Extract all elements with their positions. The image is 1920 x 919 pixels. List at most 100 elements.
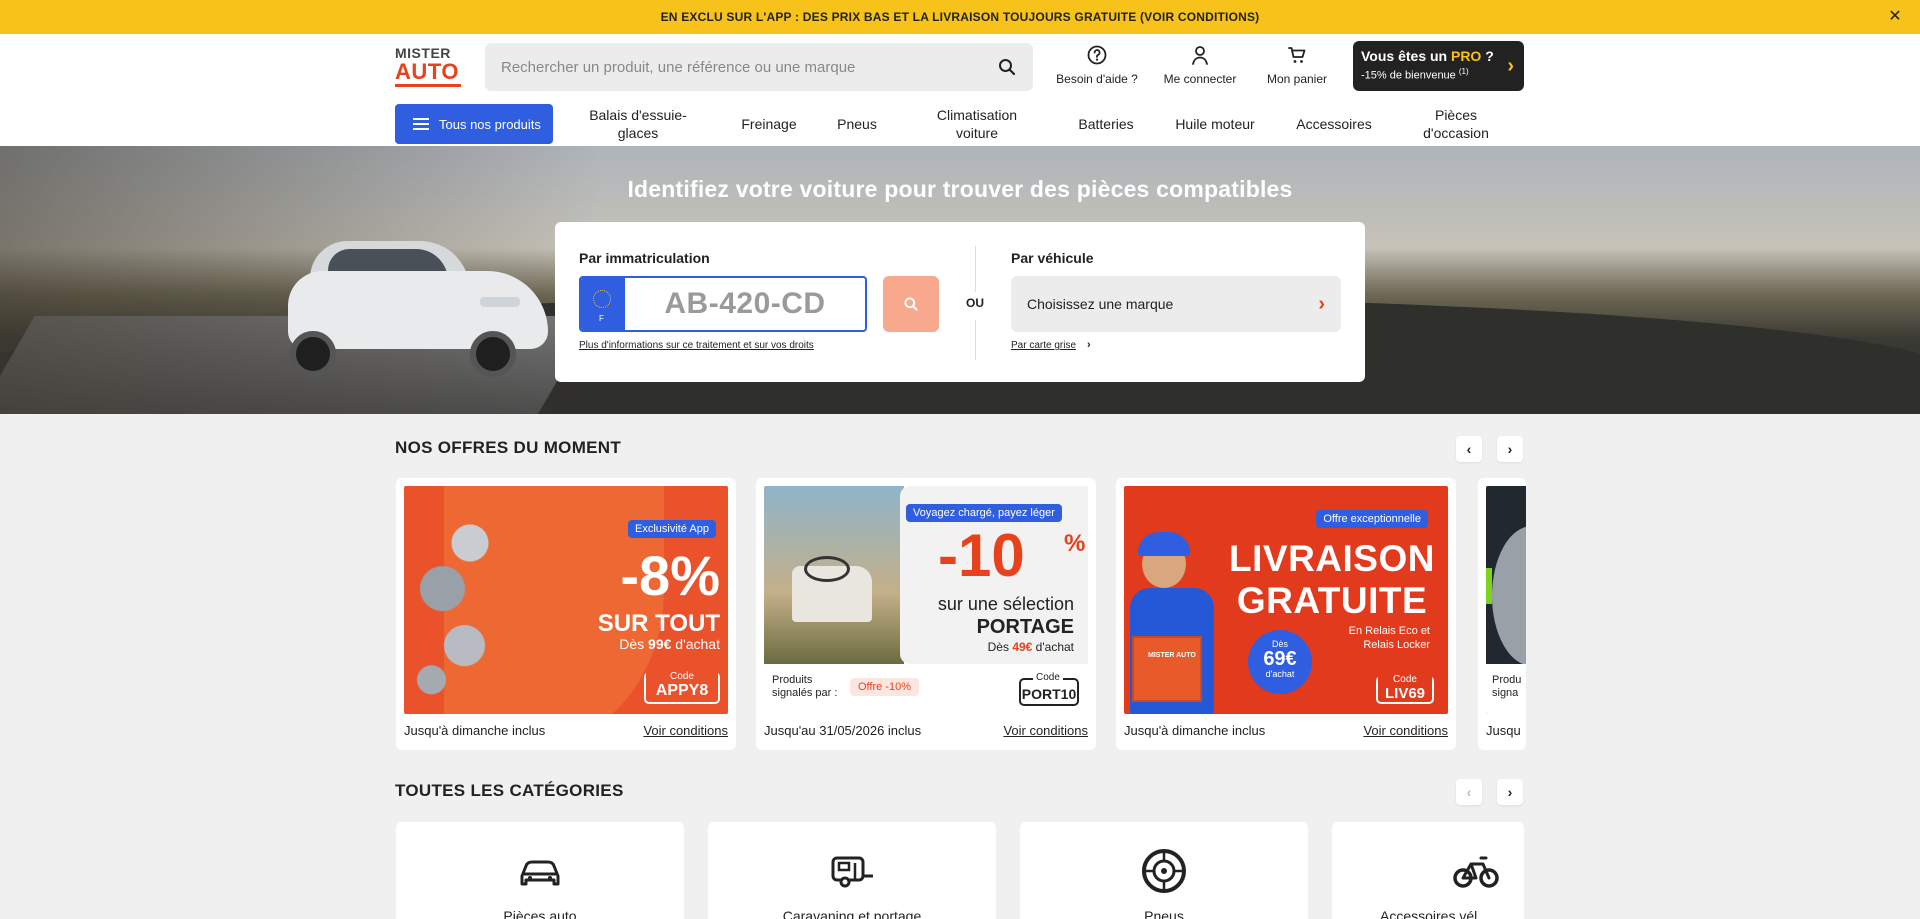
offer-panel: Voyagez chargé, payez léger -10 % sur un… <box>900 486 1088 664</box>
login-button[interactable]: Me connecter <box>1158 44 1242 86</box>
promo-banner[interactable]: EN EXCLU SUR L'APP : DES PRIX BAS ET LA … <box>0 0 1920 34</box>
offer-headline-1: LIVRAISON <box>1229 538 1435 579</box>
nav-item-braking[interactable]: Freinage <box>730 102 808 146</box>
signal-text: Produ signa <box>1486 664 1526 714</box>
offer-tag: Offre -10% <box>850 678 919 696</box>
offer-min-value: 49€ <box>1012 640 1033 654</box>
offer-headline: sur une sélection <box>937 594 1074 614</box>
pro-prefix: Vous êtes un <box>1361 48 1451 64</box>
offer-signal-row: Produits signalés par : Offre -10% Code … <box>764 664 1088 714</box>
offer-min-prefix: Dès <box>619 636 649 652</box>
logo-line2: AUTO <box>395 61 461 87</box>
carte-grise-link[interactable]: Par carte grise <box>1011 340 1076 351</box>
offer-code: Code PORT10 <box>1019 672 1079 706</box>
pro-button[interactable]: Vous êtes un PRO ? -15% de bienvenue (1)… <box>1353 41 1524 91</box>
category-label: Accessoires vél <box>1380 908 1478 919</box>
offer-conditions-link[interactable]: Voir conditions <box>1363 723 1448 738</box>
offer-card[interactable]: Exclusivité App -8% SUR TOUT Dès 99€ d'a… <box>396 478 736 750</box>
offer-headline: LIVRAISON GRATUITE <box>1218 538 1446 622</box>
hero-banner: Identifiez votre voiture pour trouver de… <box>0 146 1920 414</box>
offer-footer: Jusqu'au 31/05/2026 inclus Voir conditio… <box>764 723 1088 738</box>
car-icon <box>520 860 560 886</box>
category-card[interactable]: Caravaning et portage <box>708 822 996 919</box>
offer-badge: Offre exceptionnelle <box>1316 510 1428 528</box>
offer-relay-text: En Relais Eco et Relais Locker <box>1330 624 1430 652</box>
user-icon <box>1192 46 1208 65</box>
category-label: Caravaning et portage <box>782 908 922 919</box>
offer-discount: -10 <box>938 522 1025 589</box>
plate-label: Par immatriculation <box>579 250 710 266</box>
site-header: MISTER AUTO Rechercher un produit, une r… <box>0 34 1920 146</box>
offer-code-label: Code <box>1378 674 1432 685</box>
offers-prev-button[interactable]: ‹ <box>1456 436 1482 462</box>
offer-footer: Jusqu <box>1486 723 1526 738</box>
box-brand: MISTER AUTO <box>1148 652 1196 659</box>
category-card[interactable]: Pneus <box>1020 822 1308 919</box>
offer-image: Produ signa <box>1486 486 1526 714</box>
bicycle-icon <box>1453 856 1499 888</box>
chevron-right-icon: › <box>1507 441 1513 457</box>
offer-validity: Jusqu'au 31/05/2026 inclus <box>764 723 922 738</box>
menu-icon <box>413 118 429 130</box>
relay-line2: Relais Locker <box>1363 639 1430 651</box>
offer-min-circle: Dès 69€ d'achat <box>1248 630 1312 694</box>
offer-badge: Exclusivité App <box>628 520 716 538</box>
or-separator: OU <box>966 296 984 310</box>
help-button[interactable]: Besoin d'aide ? <box>1055 44 1139 86</box>
nav-item-accessories[interactable]: Accessoires <box>1282 102 1386 146</box>
circle-suffix: d'achat <box>1265 669 1295 679</box>
plate-input[interactable]: F AB-420-CD <box>579 276 867 332</box>
search-icon[interactable] <box>997 57 1017 77</box>
offer-card[interactable]: Produ signa Jusqu <box>1478 478 1526 750</box>
category-card[interactable]: Accessoires vél <box>1332 822 1524 919</box>
offer-conditions-link[interactable]: Voir conditions <box>1003 723 1088 738</box>
van-photo <box>764 486 904 664</box>
cart-label: Mon panier <box>1266 72 1328 86</box>
vehicle-label: Par véhicule <box>1011 250 1094 266</box>
offer-code-label: Code <box>1033 672 1063 683</box>
brand-select[interactable]: Choisissez une marque › <box>1011 276 1341 332</box>
all-products-button[interactable]: Tous nos produits <box>395 104 553 144</box>
categories-prev-button[interactable]: ‹ <box>1456 779 1482 805</box>
brake-disc-image <box>1492 526 1526 666</box>
tire-icon <box>1142 849 1186 893</box>
caravan-icon <box>831 856 873 888</box>
offer-percent: % <box>1064 530 1086 557</box>
relay-line1: En Relais Eco et <box>1348 625 1430 637</box>
plate-country: F <box>599 314 604 323</box>
nav-item-tires[interactable]: Pneus <box>830 102 884 146</box>
divider <box>975 320 976 360</box>
nav-item-engine-oil[interactable]: Huile moteur <box>1172 102 1258 146</box>
cart-button[interactable]: Mon panier <box>1258 44 1336 86</box>
nav-item-batteries[interactable]: Batteries <box>1066 102 1146 146</box>
privacy-link[interactable]: Plus d'informations sur ce traitement et… <box>579 340 814 351</box>
offer-min-value: 99€ <box>648 636 672 652</box>
offer-card[interactable]: Voyagez chargé, payez léger -10 % sur un… <box>756 478 1096 750</box>
categories-next-button[interactable]: › <box>1497 779 1523 805</box>
search-input[interactable]: Rechercher un produit, une référence ou … <box>485 43 1033 91</box>
cart-icon <box>1288 47 1306 63</box>
promo-text[interactable]: EN EXCLU SUR L'APP : DES PRIX BAS ET LA … <box>661 10 1260 24</box>
nav-item-air-conditioning[interactable]: Climatisation voiture <box>918 102 1036 146</box>
offer-badge: Voyagez chargé, payez léger <box>906 504 1062 522</box>
offer-min-prefix: Dès <box>987 640 1013 654</box>
nav-item-used-parts[interactable]: Pièces d'occasion <box>1408 102 1504 146</box>
offer-conditions-link[interactable]: Voir conditions <box>643 723 728 738</box>
close-icon[interactable]: ✕ <box>1886 8 1904 26</box>
offer-min-purchase: Dès 99€ d'achat <box>619 636 720 652</box>
offer-min-suffix: d'achat <box>671 636 720 652</box>
offer-min-purchase: Dès 49€ d'achat <box>988 640 1074 654</box>
category-card[interactable]: Pièces auto <box>396 822 684 919</box>
nav-item-wipers[interactable]: Balais d'essuie-glaces <box>578 102 698 146</box>
offer-card[interactable]: MISTER AUTO Offre exceptionnelle LIVRAIS… <box>1116 478 1456 750</box>
offers-next-button[interactable]: › <box>1497 436 1523 462</box>
pro-subtitle-text: -15% de bienvenue <box>1361 69 1456 82</box>
offer-validity: Jusqu'à dimanche inclus <box>1124 723 1266 738</box>
hero-title: Identifiez votre voiture pour trouver de… <box>627 176 1293 202</box>
chevron-left-icon: ‹ <box>1466 784 1472 800</box>
eu-flag-icon: F <box>581 278 625 330</box>
plate-search-button[interactable] <box>883 276 939 332</box>
site-logo[interactable]: MISTER AUTO <box>395 46 465 90</box>
plate-placeholder: AB-420-CD <box>664 287 826 320</box>
chevron-left-icon: ‹ <box>1466 441 1472 457</box>
